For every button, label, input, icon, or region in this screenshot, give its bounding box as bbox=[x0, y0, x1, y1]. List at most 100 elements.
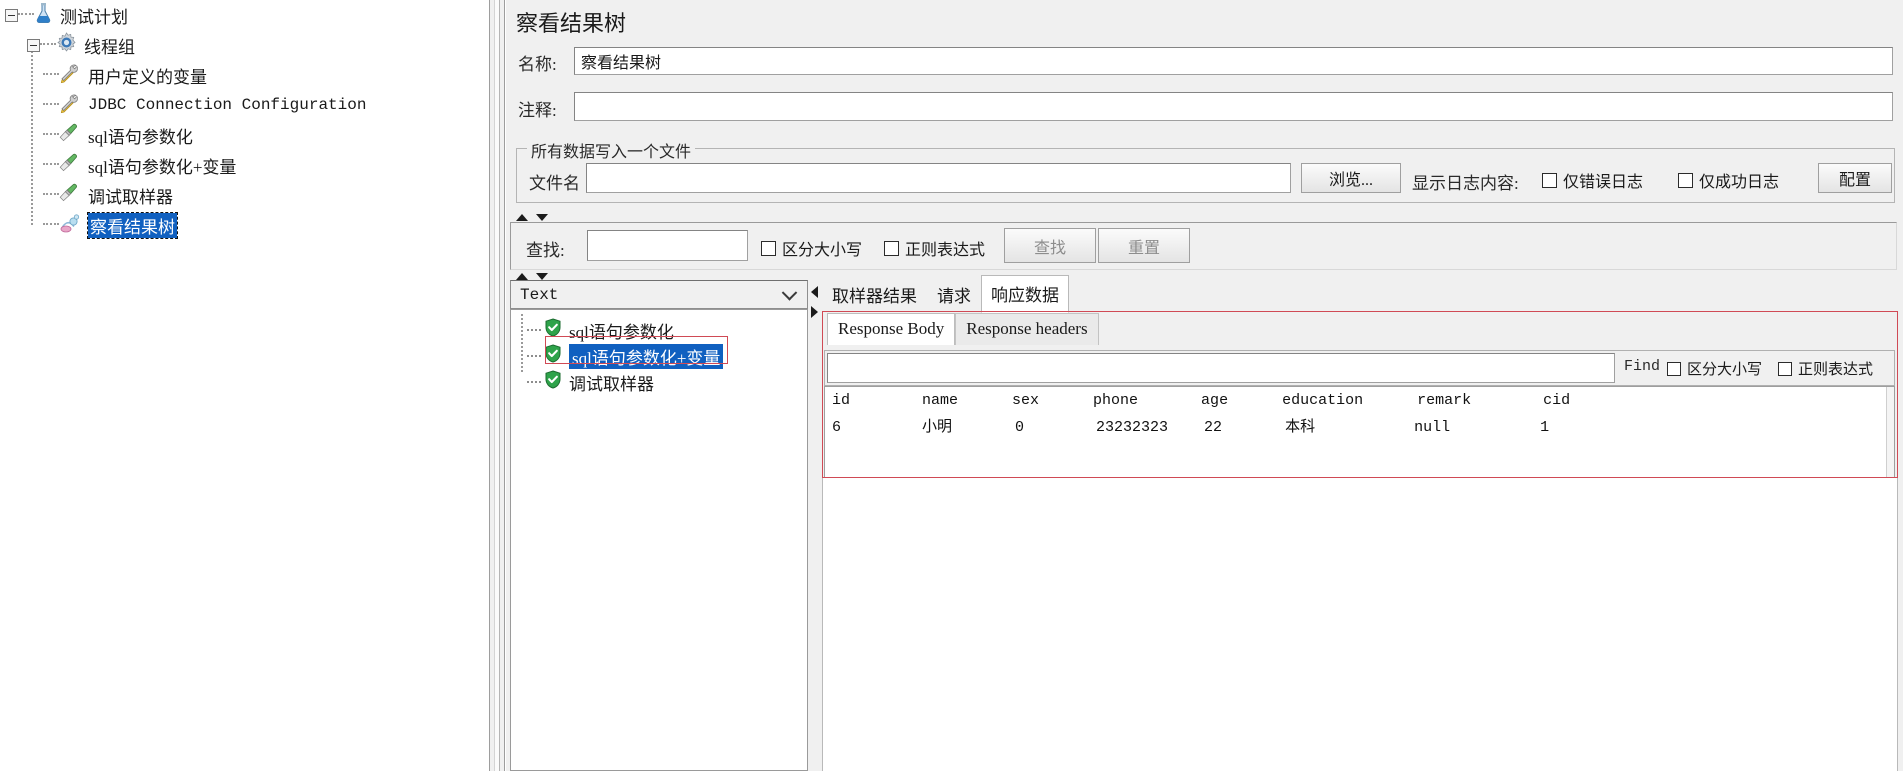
green-shield-icon bbox=[544, 370, 562, 394]
tree-item-sql-parameterization[interactable]: sql语句参数化 bbox=[0, 120, 489, 150]
response-body-row-line: 6 小明 0 23232323 22 本科 null 1 bbox=[832, 419, 1550, 436]
search-label: 查找: bbox=[526, 241, 565, 260]
result-item-debug-sampler[interactable]: 调试取样器 bbox=[511, 369, 807, 395]
log-content-label: 显示日志内容: bbox=[1412, 174, 1519, 193]
chevron-down-icon[interactable] bbox=[781, 284, 798, 301]
tree-item-jdbc-connection-configuration[interactable]: JDBC Connection Configuration bbox=[0, 90, 489, 120]
screwdriver-icon bbox=[59, 182, 81, 209]
split-divider-grip[interactable] bbox=[494, 0, 500, 771]
response-find-case-sensitive-label: 区分大小写 bbox=[1687, 362, 1763, 378]
tree-item-debug-sampler[interactable]: 调试取样器 bbox=[0, 180, 489, 210]
tree-item-label: 测试计划 bbox=[60, 7, 128, 27]
results-vertical-splitter[interactable] bbox=[810, 280, 820, 771]
green-shield-icon bbox=[544, 318, 562, 342]
tree-item-sql-parameterization-variable[interactable]: sql语句参数化+变量 bbox=[0, 150, 489, 180]
filename-input[interactable] bbox=[586, 163, 1291, 193]
errors-only-checkbox[interactable]: 仅错误日志 bbox=[1542, 168, 1643, 192]
errors-only-label: 仅错误日志 bbox=[1563, 174, 1644, 191]
checkbox-box[interactable] bbox=[1542, 172, 1557, 188]
result-item-label: sql语句参数化+变量 bbox=[569, 343, 724, 369]
search-regex-label: 正则表达式 bbox=[905, 242, 986, 259]
tree-connector-dots bbox=[527, 355, 541, 357]
expander-collapse-icon[interactable] bbox=[5, 8, 18, 22]
wrench-screwdriver-icon bbox=[59, 62, 81, 89]
tree-connector-dots bbox=[43, 163, 59, 167]
tree-item-label: sql语句参数化+变量 bbox=[88, 157, 237, 177]
wrench-screwdriver-icon bbox=[59, 92, 81, 119]
response-body-textarea[interactable]: id name sex phone age education remark c… bbox=[824, 386, 1895, 478]
tree-connector-dots bbox=[527, 381, 541, 383]
checkbox-box[interactable] bbox=[884, 240, 899, 256]
tree-connector-dots bbox=[43, 133, 59, 137]
subtab-response-body[interactable]: Response Body bbox=[827, 313, 956, 345]
tab-sampler-result[interactable]: 取样器结果 bbox=[822, 276, 927, 313]
comment-input[interactable] bbox=[574, 92, 1893, 121]
tree-item-thread-group[interactable]: 线程组 bbox=[0, 30, 489, 60]
splitter-up-arrow-icon[interactable] bbox=[516, 273, 528, 280]
screwdriver-icon bbox=[59, 122, 81, 149]
results-tree-icon bbox=[59, 212, 81, 239]
gear-icon bbox=[56, 32, 77, 58]
tree-item-label: 线程组 bbox=[84, 37, 135, 57]
tree-item-label: 察看结果树 bbox=[87, 211, 178, 239]
splitter-right-arrow-icon[interactable] bbox=[811, 306, 818, 318]
response-find-input[interactable] bbox=[827, 353, 1615, 383]
name-input[interactable] bbox=[574, 47, 1893, 75]
splitter-down-arrow-icon[interactable] bbox=[536, 273, 548, 280]
checkbox-box[interactable] bbox=[1778, 361, 1792, 376]
result-item-sql-parameterization[interactable]: sql语句参数化 bbox=[511, 317, 807, 343]
reset-button[interactable]: 重置 bbox=[1098, 228, 1190, 263]
checkbox-box[interactable] bbox=[1678, 172, 1693, 188]
splitter-down-arrow-icon[interactable] bbox=[536, 214, 548, 221]
flask-icon bbox=[34, 2, 53, 29]
comment-label: 注释: bbox=[518, 101, 557, 120]
tree-connector-dots bbox=[527, 329, 541, 331]
result-sampler-tree[interactable]: sql语句参数化 sql语句参数化+变量 调试取样器 bbox=[510, 309, 808, 771]
tree-connector-dots bbox=[43, 73, 59, 77]
filename-label: 文件名 bbox=[529, 174, 580, 193]
browse-button[interactable]: 浏览... bbox=[1301, 163, 1401, 193]
response-find-label: Find bbox=[1624, 358, 1661, 375]
response-subtabs[interactable]: Response Body Response headers bbox=[827, 313, 1099, 345]
splitter-up-arrow-icon[interactable] bbox=[516, 214, 528, 221]
write-all-data-groupbox-title: 所有数据写入一个文件 bbox=[527, 138, 696, 162]
view-results-tree-panel: 察看结果树 名称: 注释: 所有数据写入一个文件 文件名 浏览... 显示日志内… bbox=[506, 0, 1903, 771]
page-title: 察看结果树 bbox=[516, 11, 627, 36]
checkbox-box[interactable] bbox=[1667, 361, 1681, 376]
renderer-select[interactable]: Text bbox=[510, 280, 808, 309]
search-case-sensitive-label: 区分大小写 bbox=[782, 242, 863, 259]
tab-response-data[interactable]: 响应数据 bbox=[981, 275, 1069, 313]
tree-connector-dots bbox=[43, 193, 59, 197]
tree-connector-dots bbox=[18, 13, 34, 17]
search-case-sensitive-checkbox[interactable]: 区分大小写 bbox=[761, 236, 862, 260]
tree-connector-dots bbox=[40, 43, 56, 47]
search-regex-checkbox[interactable]: 正则表达式 bbox=[884, 236, 985, 260]
main-split-divider[interactable] bbox=[489, 0, 505, 771]
tree-item-user-defined-variables[interactable]: 用户定义的变量 bbox=[0, 60, 489, 90]
result-item-sql-parameterization-variable[interactable]: sql语句参数化+变量 bbox=[511, 343, 807, 369]
checkbox-box[interactable] bbox=[761, 240, 776, 256]
tree-connector-dots bbox=[43, 103, 59, 107]
tree-item-test-plan[interactable]: 测试计划 bbox=[0, 0, 489, 30]
configure-button[interactable]: 配置 bbox=[1818, 163, 1892, 193]
find-button[interactable]: 查找 bbox=[1004, 228, 1096, 263]
green-shield-icon bbox=[544, 344, 562, 368]
jmeter-window: 测试计划 线程组 用户定义的变量 JDBC Connection Configu… bbox=[0, 0, 1903, 771]
test-plan-tree[interactable]: 测试计划 线程组 用户定义的变量 JDBC Connection Configu… bbox=[0, 0, 489, 771]
response-body-scrollbar[interactable] bbox=[1886, 387, 1894, 477]
result-item-label: 调试取样器 bbox=[569, 374, 654, 394]
result-tabs[interactable]: 取样器结果 请求 响应数据 bbox=[822, 275, 1069, 313]
success-only-label: 仅成功日志 bbox=[1699, 174, 1780, 191]
search-input[interactable] bbox=[587, 230, 748, 261]
subtab-response-headers[interactable]: Response headers bbox=[955, 313, 1099, 345]
response-find-regex-checkbox[interactable]: 正则表达式 bbox=[1778, 358, 1873, 379]
tree-item-label: JDBC Connection Configuration bbox=[88, 96, 367, 114]
response-find-case-sensitive-checkbox[interactable]: 区分大小写 bbox=[1667, 358, 1762, 379]
expander-collapse-icon[interactable] bbox=[27, 38, 40, 52]
tab-request[interactable]: 请求 bbox=[927, 276, 981, 313]
tree-connector-dots bbox=[43, 223, 59, 227]
tree-item-view-results-tree[interactable]: 察看结果树 bbox=[0, 210, 489, 240]
success-only-checkbox[interactable]: 仅成功日志 bbox=[1678, 168, 1779, 192]
tree-item-label: 调试取样器 bbox=[88, 187, 173, 207]
splitter-left-arrow-icon[interactable] bbox=[811, 286, 818, 298]
